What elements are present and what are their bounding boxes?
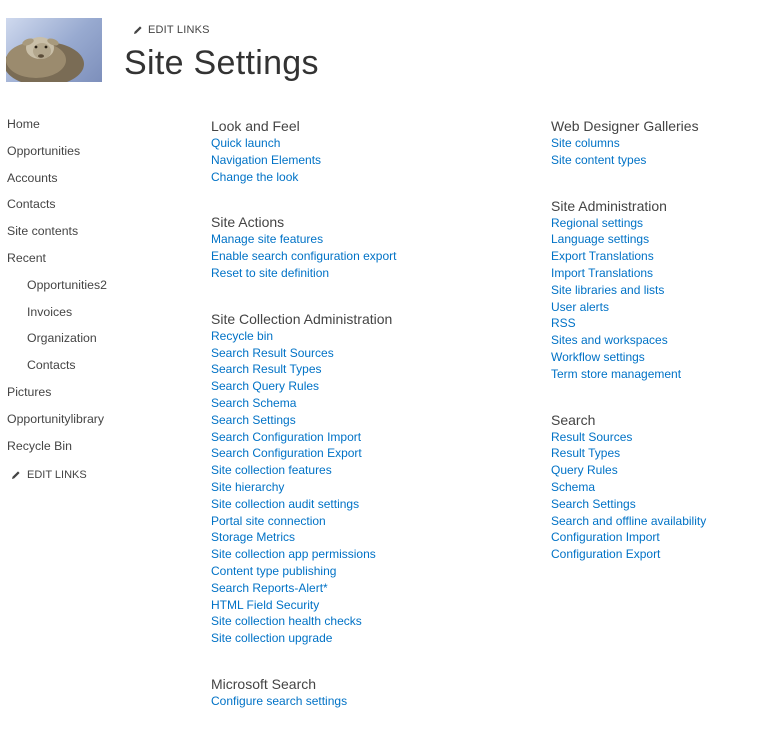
section-web-designer-galleries: Web Designer Galleries Site columns Site… bbox=[551, 117, 706, 169]
edit-links-label: EDIT LINKS bbox=[27, 469, 87, 482]
nav-item-opportunities[interactable]: Opportunities bbox=[7, 142, 122, 169]
nav-item-recycle-bin[interactable]: Recycle Bin bbox=[7, 437, 122, 464]
link-search-configuration-import[interactable]: Search Configuration Import bbox=[211, 429, 396, 446]
link-enable-search-config-export[interactable]: Enable search configuration export bbox=[211, 248, 396, 265]
link-site-collection-health-checks[interactable]: Site collection health checks bbox=[211, 613, 396, 630]
site-logo[interactable] bbox=[6, 18, 102, 82]
edit-links-nav[interactable]: EDIT LINKS bbox=[7, 469, 122, 481]
edit-links-top[interactable]: EDIT LINKS bbox=[133, 24, 210, 36]
pencil-icon bbox=[134, 26, 142, 34]
section-title: Web Designer Galleries bbox=[551, 118, 699, 134]
link-query-rules[interactable]: Query Rules bbox=[551, 462, 706, 479]
nav-item-contacts[interactable]: Contacts bbox=[7, 195, 122, 222]
link-content-type-publishing[interactable]: Content type publishing bbox=[211, 563, 396, 580]
section-title: Site Collection Administration bbox=[211, 310, 393, 327]
section-site-administration: Site Administration Regional settings La… bbox=[551, 197, 706, 383]
section-title: Site Administration bbox=[551, 197, 667, 214]
link-result-sources[interactable]: Result Sources bbox=[551, 429, 706, 446]
link-search-result-sources[interactable]: Search Result Sources bbox=[211, 345, 396, 362]
section-title: Microsoft Search bbox=[211, 675, 317, 692]
nav-item-recent[interactable]: Recent bbox=[7, 249, 122, 276]
link-reset-to-site-definition[interactable]: Reset to site definition bbox=[211, 265, 396, 282]
link-configure-search-settings[interactable]: Configure search settings bbox=[211, 693, 396, 710]
link-navigation-elements[interactable]: Navigation Elements bbox=[211, 152, 396, 169]
link-search-result-types[interactable]: Search Result Types bbox=[211, 361, 396, 378]
link-storage-metrics[interactable]: Storage Metrics bbox=[211, 529, 396, 546]
nav-item-invoices[interactable]: Invoices bbox=[7, 303, 122, 330]
link-export-translations[interactable]: Export Translations bbox=[551, 248, 706, 265]
nav-item-recent-contacts[interactable]: Contacts bbox=[7, 356, 122, 383]
link-user-alerts[interactable]: User alerts bbox=[551, 299, 706, 316]
link-site-collection-audit-settings[interactable]: Site collection audit settings bbox=[211, 496, 396, 513]
link-result-types[interactable]: Result Types bbox=[551, 445, 706, 462]
link-quick-launch[interactable]: Quick launch bbox=[211, 135, 396, 152]
link-search-and-offline-availability[interactable]: Search and offline availability bbox=[551, 513, 706, 530]
section-title: Search bbox=[551, 411, 596, 428]
link-site-collection-app-permissions[interactable]: Site collection app permissions bbox=[211, 546, 396, 563]
link-search-configuration-export[interactable]: Search Configuration Export bbox=[211, 445, 396, 462]
link-language-settings[interactable]: Language settings bbox=[551, 231, 706, 248]
link-workflow-settings[interactable]: Workflow settings bbox=[551, 349, 706, 366]
section-search: Search Result Sources Result Types Query… bbox=[551, 411, 706, 563]
settings-column-1: Look and Feel Quick launch Navigation El… bbox=[211, 117, 396, 738]
link-search-query-rules[interactable]: Search Query Rules bbox=[211, 378, 396, 395]
link-site-columns[interactable]: Site columns bbox=[551, 135, 706, 152]
link-search-reports-alert[interactable]: Search Reports-Alert* bbox=[211, 580, 396, 597]
nav-item-site-contents[interactable]: Site contents bbox=[7, 222, 122, 249]
link-recycle-bin[interactable]: Recycle bin bbox=[211, 328, 396, 345]
link-import-translations[interactable]: Import Translations bbox=[551, 265, 706, 282]
left-navigation: Home Opportunities Accounts Contacts Sit… bbox=[7, 115, 122, 481]
settings-column-2: Web Designer Galleries Site columns Site… bbox=[551, 117, 706, 591]
link-html-field-security[interactable]: HTML Field Security bbox=[211, 597, 396, 614]
link-manage-site-features[interactable]: Manage site features bbox=[211, 231, 396, 248]
link-schema[interactable]: Schema bbox=[551, 479, 706, 496]
link-search-settings-2[interactable]: Search Settings bbox=[551, 496, 706, 513]
link-search-settings[interactable]: Search Settings bbox=[211, 412, 396, 429]
section-look-and-feel: Look and Feel Quick launch Navigation El… bbox=[211, 117, 396, 185]
sheep-image bbox=[6, 37, 84, 82]
nav-item-organization[interactable]: Organization bbox=[7, 329, 122, 356]
pencil-icon bbox=[12, 471, 20, 480]
link-portal-site-connection[interactable]: Portal site connection bbox=[211, 513, 396, 530]
link-term-store-management[interactable]: Term store management bbox=[551, 366, 706, 383]
link-sites-and-workspaces[interactable]: Sites and workspaces bbox=[551, 332, 706, 349]
link-search-schema[interactable]: Search Schema bbox=[211, 395, 396, 412]
link-site-hierarchy[interactable]: Site hierarchy bbox=[211, 479, 396, 496]
section-microsoft-search: Microsoft Search Configure search settin… bbox=[211, 675, 396, 710]
link-rss[interactable]: RSS bbox=[551, 315, 706, 332]
nav-item-home[interactable]: Home bbox=[7, 115, 122, 142]
link-site-content-types[interactable]: Site content types bbox=[551, 152, 706, 169]
link-site-collection-features[interactable]: Site collection features bbox=[211, 462, 396, 479]
link-configuration-import[interactable]: Configuration Import bbox=[551, 529, 706, 546]
link-site-libraries-and-lists[interactable]: Site libraries and lists bbox=[551, 282, 706, 299]
nav-item-accounts[interactable]: Accounts bbox=[7, 169, 122, 196]
nav-item-opportunities2[interactable]: Opportunities2 bbox=[7, 276, 122, 303]
link-site-collection-upgrade[interactable]: Site collection upgrade bbox=[211, 630, 396, 647]
nav-item-pictures[interactable]: Pictures bbox=[7, 383, 122, 410]
section-site-actions: Site Actions Manage site features Enable… bbox=[211, 213, 396, 281]
page-title: Site Settings bbox=[124, 44, 319, 82]
link-change-the-look[interactable]: Change the look bbox=[211, 169, 396, 186]
edit-links-label: EDIT LINKS bbox=[148, 24, 210, 36]
section-site-collection-administration: Site Collection Administration Recycle b… bbox=[211, 310, 396, 647]
link-configuration-export[interactable]: Configuration Export bbox=[551, 546, 706, 563]
link-regional-settings[interactable]: Regional settings bbox=[551, 215, 706, 232]
section-title: Look and Feel bbox=[211, 118, 300, 134]
nav-item-opportunitylibrary[interactable]: Opportunitylibrary bbox=[7, 410, 122, 437]
section-title: Site Actions bbox=[211, 214, 285, 231]
